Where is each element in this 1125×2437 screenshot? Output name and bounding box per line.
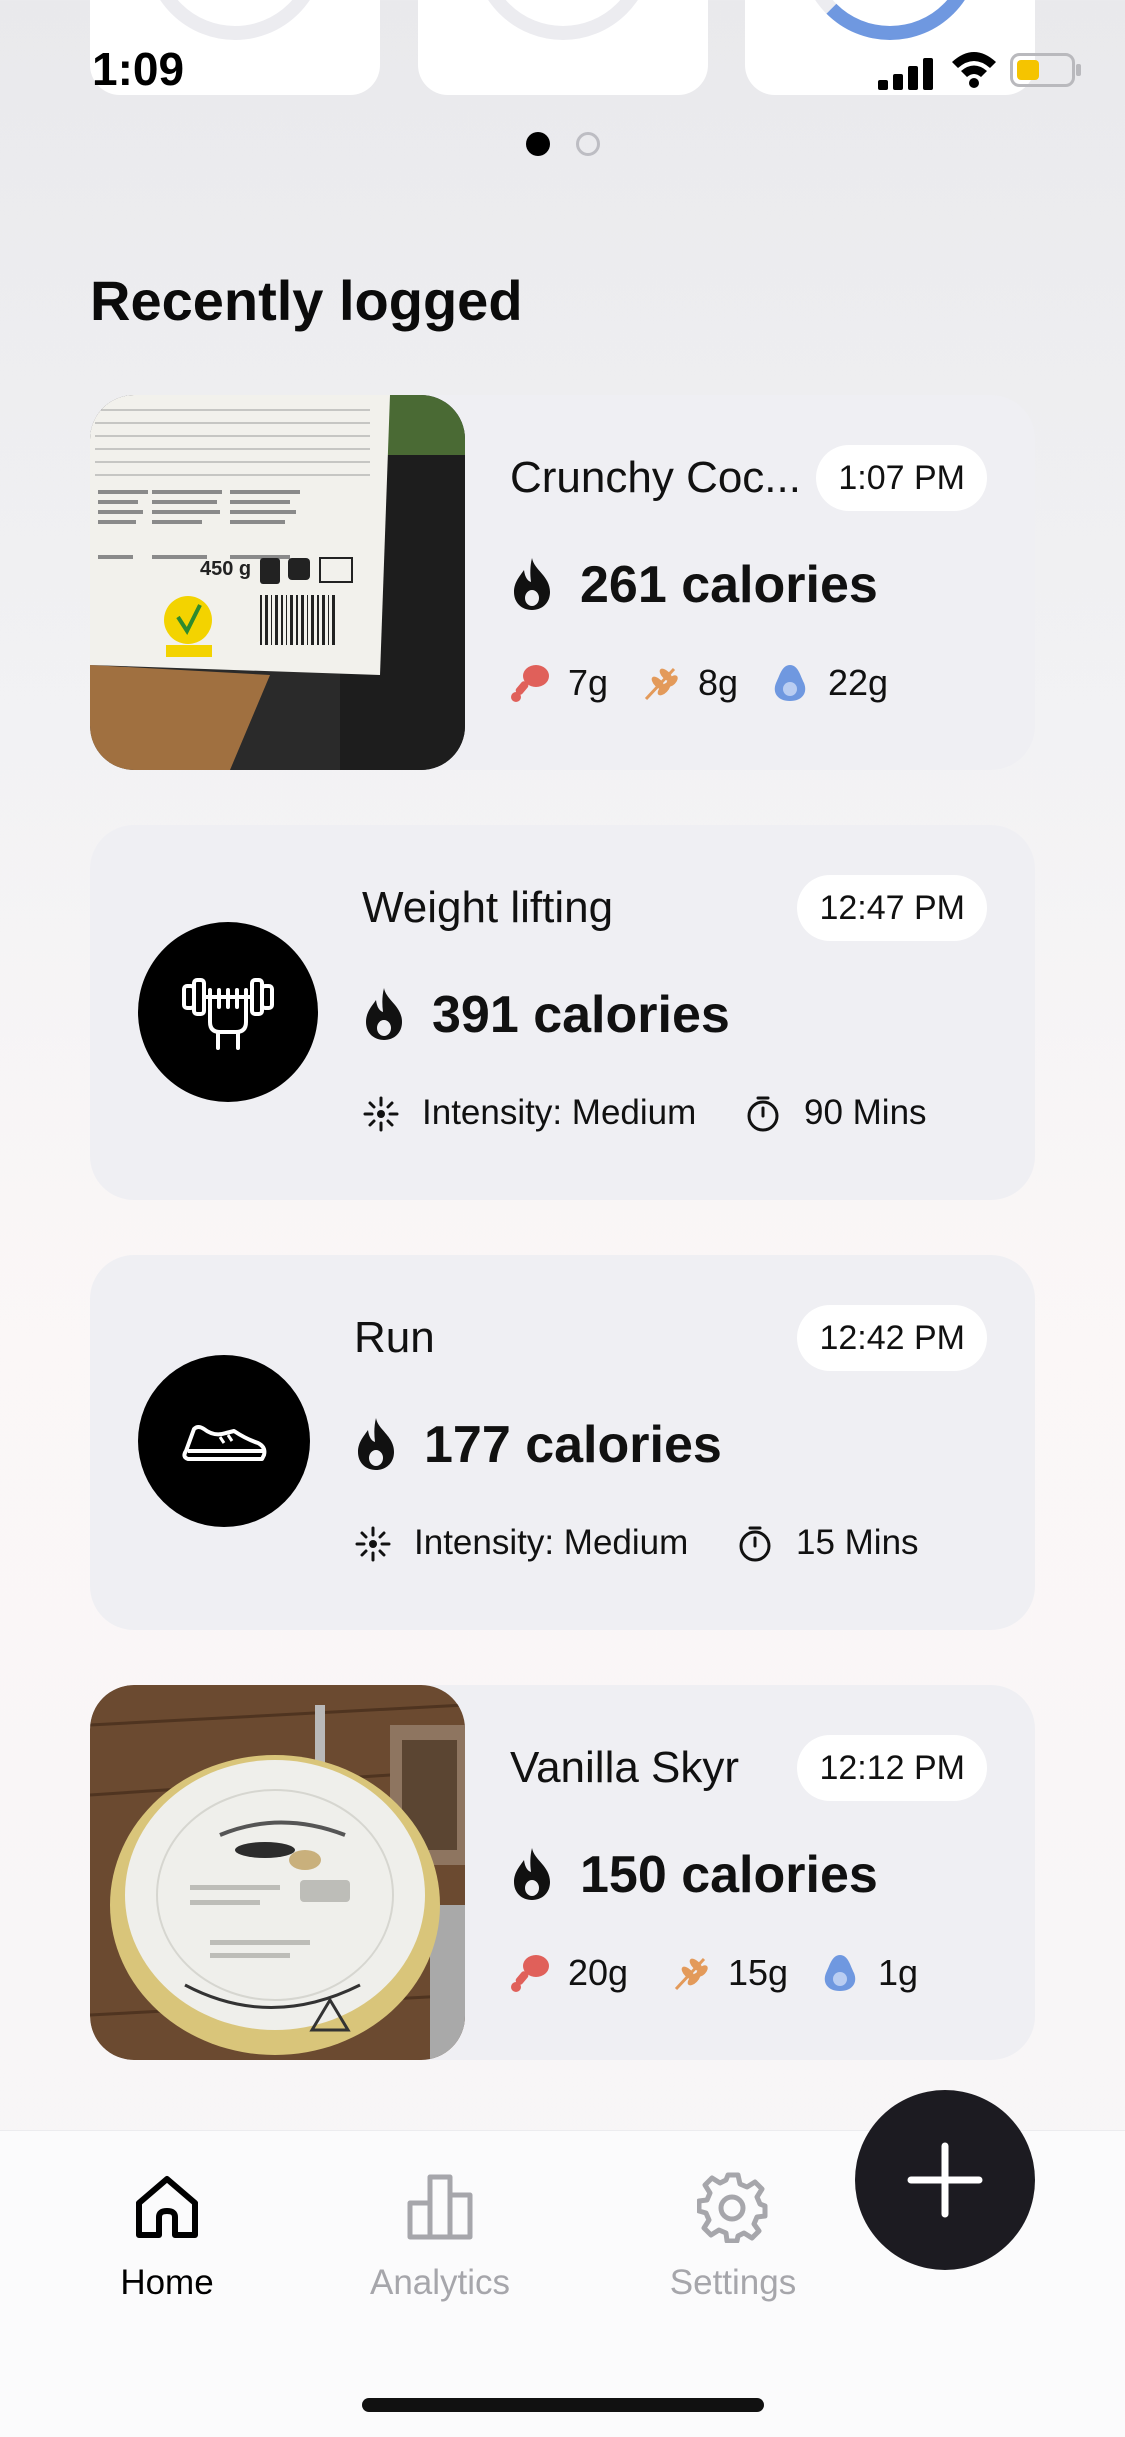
page-dot-active[interactable] [526,132,550,156]
protein-value: 7g [568,662,609,703]
status-bar: 1:09 [0,0,1125,140]
yogurt-cup-photo [90,1685,465,2060]
carbs-wheat-icon [644,667,678,701]
flame-icon [514,558,550,610]
fat-value: 22g [828,662,889,703]
tab-analytics-label: Analytics [369,2263,511,2302]
fat-avocado-icon [774,665,806,701]
intensity-sparkle-icon [363,1096,399,1132]
add-entry-button[interactable] [855,2090,1035,2270]
duration-value: 90 Mins [804,1093,927,1132]
status-time: 1:09 [92,43,185,95]
tab-analytics[interactable]: Analytics [330,2171,550,2311]
svg-text:450 g: 450 g [200,558,251,580]
entry-name: Vanilla Skyr [510,1743,740,1792]
page-dot-inactive[interactable] [576,132,600,156]
tab-home[interactable]: Home [57,2171,277,2311]
page-indicator [0,132,1125,162]
protein-value: 20g [568,1952,629,1993]
stopwatch-icon [747,1096,779,1132]
macros-row: 7g 8g 22g [510,653,970,713]
stopwatch-icon [739,1526,771,1562]
calories-value: 261 calories [580,556,878,614]
home-icon [136,2176,198,2238]
entry-time-pill: 12:47 PM [797,875,987,941]
wifi-icon [952,52,996,88]
log-entry-card[interactable]: Run 12:42 PM 177 calories Intensity: Med… [90,1255,1035,1630]
entry-name: Run [354,1313,435,1362]
entry-name: Weight lifting [362,883,614,932]
entry-time-pill: 1:07 PM [816,445,987,511]
nutrition-label-photo: 450 g [90,395,465,770]
entry-name: Crunchy Coc... [510,453,801,502]
protein-drumstick-icon [511,1955,549,1992]
protein-drumstick-icon [511,665,549,702]
tab-settings-label: Settings [669,2263,797,2302]
flame-icon [358,1418,394,1470]
flame-icon [366,988,402,1040]
running-shoe-icon [138,1355,310,1527]
plus-icon [907,2142,983,2218]
flame-icon [514,1848,550,1900]
entry-time-pill: 12:42 PM [797,1305,987,1371]
dumbbell-fist-icon [138,922,318,1102]
log-entry-card[interactable]: 450 g Crunchy Coc... 1:07 PM 261 calorie… [90,395,1035,770]
duration-value: 15 Mins [796,1523,919,1562]
calories-value: 391 calories [432,986,730,1044]
intensity-value: Intensity: Medium [422,1093,697,1132]
gear-icon [697,2172,768,2243]
entry-time-pill: 12:12 PM [797,1735,987,1801]
carbs-value: 15g [728,1952,789,1993]
fat-value: 1g [878,1952,919,1993]
bar-chart-icon [407,2174,473,2240]
calories-value: 177 calories [424,1416,722,1474]
log-entry-card[interactable]: Vanilla Skyr 12:12 PM 150 calories 20g 1… [90,1685,1035,2060]
calories-value: 150 calories [580,1846,878,1904]
macros-row: 20g 15g 1g [510,1943,970,2003]
carbs-wheat-icon [674,1957,708,1991]
section-title: Recently logged [90,269,523,332]
carbs-value: 8g [698,662,739,703]
cellular-signal-icon [878,58,933,90]
fat-avocado-icon [824,1955,856,1991]
battery-icon [1010,53,1081,87]
home-indicator[interactable] [362,2398,764,2412]
tab-home-label: Home [120,2263,214,2302]
log-entry-card[interactable]: Weight lifting 12:47 PM 391 calories Int… [90,825,1035,1200]
intensity-sparkle-icon [355,1526,391,1562]
tab-settings[interactable]: Settings [623,2171,843,2311]
exercise-details-row: Intensity: Medium 15 Mins [354,1513,994,1573]
intensity-value: Intensity: Medium [414,1523,689,1562]
exercise-details-row: Intensity: Medium 90 Mins [362,1083,1002,1143]
